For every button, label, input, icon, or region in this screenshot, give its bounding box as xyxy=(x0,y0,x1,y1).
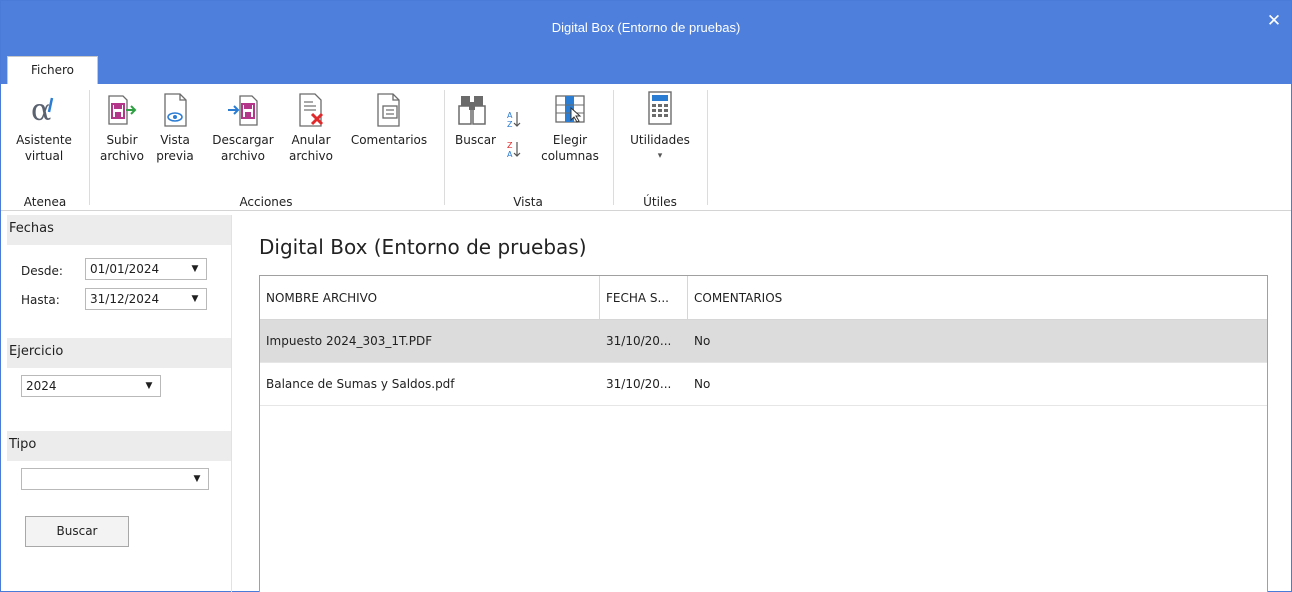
sort-ascending-icon[interactable]: A Z xyxy=(507,110,521,128)
window-title: Digital Box (Entorno de pruebas) xyxy=(551,20,741,35)
hasta-date-picker[interactable]: 31/12/2024 ▼ xyxy=(85,288,207,310)
comments-file-icon xyxy=(377,93,400,127)
filter-panel: Fechas Desde: 01/01/2024 ▼ Hasta: 31/12/… xyxy=(7,215,232,592)
descargar-label-2: archivo xyxy=(220,149,265,163)
preview-eye-icon xyxy=(164,93,187,127)
ribbon-tabstrip xyxy=(1,56,1291,84)
column-header-fecha[interactable]: FECHA S... xyxy=(600,276,688,320)
section-header-fechas: Fechas xyxy=(7,215,231,245)
sort-descending-icon[interactable]: Z A xyxy=(507,140,521,158)
cell-comentarios: No xyxy=(694,334,711,348)
ribbon: α Asistente virtual Atenea Subir archivo… xyxy=(1,84,1291,211)
group-label-utiles: Útiles xyxy=(643,195,677,209)
title-bar: Digital Box (Entorno de pruebas) ✕ xyxy=(1,1,1291,56)
section-header-ejercicio: Ejercicio xyxy=(7,338,231,368)
upload-file-icon xyxy=(108,95,137,125)
table-row[interactable]: Balance de Sumas y Saldos.pdf 31/10/20..… xyxy=(260,363,1267,406)
asistente-label-1: Asistente xyxy=(16,133,72,147)
subir-label-1: Subir xyxy=(106,133,138,147)
ribbon-group-atenea: α Asistente virtual Atenea xyxy=(1,84,89,211)
close-button[interactable]: ✕ xyxy=(1263,11,1285,31)
vista-previa-button[interactable]: Vista previa xyxy=(150,90,200,164)
files-table: NOMBRE ARCHIVO FECHA S... COMENTARIOS Im… xyxy=(259,275,1268,592)
column-header-nombre[interactable]: NOMBRE ARCHIVO xyxy=(260,276,600,320)
cancel-file-icon xyxy=(299,93,324,127)
choose-columns-icon xyxy=(555,95,585,123)
group-label-atenea: Atenea xyxy=(23,195,67,209)
buscar-ribbon-label: Buscar xyxy=(455,133,496,147)
subir-archivo-button[interactable]: Subir archivo xyxy=(97,90,147,164)
calculator-icon xyxy=(648,91,672,125)
chevron-down-icon: ▾ xyxy=(657,151,663,161)
group-label-vista: Vista xyxy=(513,195,543,209)
app-window: Digital Box (Entorno de pruebas) ✕ Fiche… xyxy=(0,0,1292,592)
ribbon-group-vista: Buscar A Z Z A Elegir columnas Vista xyxy=(445,84,611,211)
binoculars-icon xyxy=(458,96,486,125)
dropdown-arrow-icon[interactable]: ▼ xyxy=(184,259,206,279)
svg-text:Z: Z xyxy=(507,120,513,128)
desde-label: Desde: xyxy=(21,264,63,278)
comentarios-label: Comentarios xyxy=(350,133,428,147)
hasta-label: Hasta: xyxy=(21,293,60,307)
table-row[interactable]: Impuesto 2024_303_1T.PDF 31/10/20... No xyxy=(260,320,1267,363)
svg-text:A: A xyxy=(507,150,513,158)
cell-nombre: Impuesto 2024_303_1T.PDF xyxy=(266,334,433,348)
buscar-ribbon-button[interactable]: Buscar xyxy=(449,90,515,148)
cell-fecha: 31/10/20... xyxy=(606,377,672,391)
ribbon-group-acciones: Subir archivo Vista previa Descargar arc… xyxy=(90,84,442,211)
ejercicio-value: 2024 xyxy=(26,379,57,393)
utilidades-label: Utilidades xyxy=(630,133,690,147)
descargar-label-1: Descargar xyxy=(212,133,274,147)
anular-archivo-button[interactable]: Anular archivo xyxy=(282,90,340,164)
tipo-select[interactable]: ▼ xyxy=(21,468,209,490)
utilidades-button[interactable]: Utilidades ▾ xyxy=(620,90,700,164)
dropdown-arrow-icon[interactable]: ▼ xyxy=(184,289,206,309)
elegir-columnas-button[interactable]: Elegir columnas xyxy=(535,90,605,164)
cell-comentarios: No xyxy=(694,377,711,391)
dropdown-arrow-icon[interactable]: ▼ xyxy=(138,376,160,396)
elegir-label-1: Elegir xyxy=(552,133,588,147)
svg-text:A: A xyxy=(507,111,513,120)
svg-text:Z: Z xyxy=(507,141,513,150)
desde-date-picker[interactable]: 01/01/2024 ▼ xyxy=(85,258,207,280)
subir-label-2: archivo xyxy=(99,149,144,163)
group-divider xyxy=(707,90,708,205)
anular-label-2: archivo xyxy=(288,149,333,163)
tab-fichero[interactable]: Fichero xyxy=(7,56,98,84)
column-header-comentarios[interactable]: COMENTARIOS xyxy=(688,276,1267,320)
section-header-tipo: Tipo xyxy=(7,431,231,461)
vista-label-2: previa xyxy=(156,149,194,163)
elegir-label-2: columnas xyxy=(541,149,599,163)
alpha-assistant-icon: α xyxy=(31,93,54,128)
asistente-virtual-button[interactable]: α Asistente virtual xyxy=(9,90,79,164)
vista-label-1: Vista xyxy=(160,133,190,147)
anular-label-1: Anular xyxy=(291,133,331,147)
buscar-button[interactable]: Buscar xyxy=(25,516,129,547)
ribbon-group-utiles: Utilidades ▾ Útiles xyxy=(614,84,706,211)
cell-nombre: Balance de Sumas y Saldos.pdf xyxy=(266,377,455,391)
cell-fecha: 31/10/20... xyxy=(606,334,672,348)
table-header: NOMBRE ARCHIVO FECHA S... COMENTARIOS xyxy=(260,276,1267,320)
comentarios-button[interactable]: Comentarios xyxy=(343,90,435,148)
ejercicio-select[interactable]: 2024 ▼ xyxy=(21,375,161,397)
asistente-label-2: virtual xyxy=(24,149,64,163)
desde-value: 01/01/2024 xyxy=(90,262,160,276)
group-label-acciones: Acciones xyxy=(239,195,293,209)
descargar-archivo-button[interactable]: Descargar archivo xyxy=(207,90,279,164)
dropdown-arrow-icon[interactable]: ▼ xyxy=(186,469,208,489)
hasta-value: 31/12/2024 xyxy=(90,292,160,306)
page-title: Digital Box (Entorno de pruebas) xyxy=(259,235,587,259)
download-file-icon xyxy=(228,95,258,126)
